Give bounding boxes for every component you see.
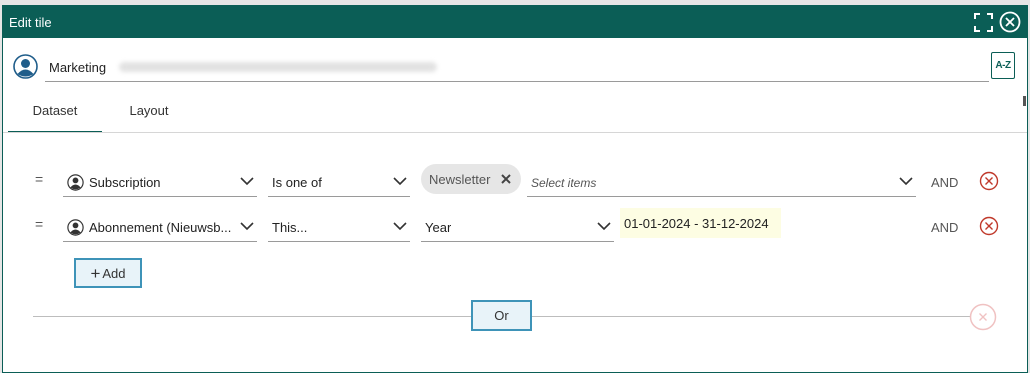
selected-item-chip: Newsletter bbox=[421, 164, 521, 194]
maximize-icon[interactable] bbox=[973, 12, 994, 33]
field-dropdown-value: Subscription bbox=[89, 175, 161, 190]
dialog-titlebar: Edit tile bbox=[3, 6, 1027, 38]
user-icon bbox=[13, 54, 38, 79]
close-dialog-icon[interactable] bbox=[999, 11, 1021, 33]
drag-handle[interactable]: = bbox=[35, 216, 43, 232]
chevron-down-icon bbox=[240, 222, 254, 231]
chevron-down-icon bbox=[597, 222, 611, 231]
plus-icon: + bbox=[90, 263, 101, 283]
tab-dataset[interactable]: Dataset bbox=[8, 101, 102, 133]
tile-name-row: Marketing A-Z bbox=[3, 50, 1027, 84]
chevron-down-icon bbox=[899, 177, 913, 186]
add-button-label: Add bbox=[102, 265, 126, 281]
chevron-down-icon bbox=[393, 222, 407, 231]
operator-dropdown-value: This... bbox=[272, 220, 308, 235]
period-dropdown[interactable]: Year bbox=[421, 214, 614, 242]
sort-az-button[interactable]: A-Z bbox=[991, 52, 1015, 79]
redacted-text bbox=[119, 62, 437, 72]
tab-layout[interactable]: Layout bbox=[114, 101, 184, 131]
drag-handle[interactable]: = bbox=[35, 171, 43, 187]
chevron-down-icon bbox=[240, 177, 254, 186]
tile-name-input[interactable]: Marketing bbox=[45, 50, 989, 82]
or-button[interactable]: Or bbox=[471, 300, 532, 331]
date-range-text: 01-01-2024 - 31-12-2024 bbox=[624, 216, 769, 231]
remove-filter-icon[interactable] bbox=[979, 216, 999, 236]
filter-row: = Abonnement (Nieuwsb... This... Year 01… bbox=[3, 208, 1027, 244]
select-items-input[interactable]: Select items bbox=[527, 169, 916, 197]
user-icon bbox=[67, 219, 84, 236]
field-dropdown[interactable]: Abonnement (Nieuwsb... bbox=[63, 214, 257, 242]
date-range-display: 01-01-2024 - 31-12-2024 bbox=[620, 208, 781, 238]
and-connector: AND bbox=[931, 175, 959, 190]
chip-label: Newsletter bbox=[429, 172, 491, 187]
edit-tile-dialog: Edit tile Marketing A-Z Dataset Layout = bbox=[2, 5, 1028, 373]
operator-dropdown-value: Is one of bbox=[272, 175, 322, 190]
field-dropdown[interactable]: Subscription bbox=[63, 169, 257, 197]
scrollbar-marker[interactable] bbox=[1023, 96, 1026, 106]
filter-row: = Subscription Is one of Newsletter Sele… bbox=[3, 164, 1027, 199]
remove-chip-icon[interactable] bbox=[501, 174, 511, 184]
remove-filter-icon[interactable] bbox=[979, 171, 999, 191]
chevron-down-icon bbox=[393, 177, 407, 186]
dialog-title: Edit tile bbox=[9, 15, 52, 30]
operator-dropdown[interactable]: Is one of bbox=[268, 169, 410, 197]
remove-group-icon[interactable] bbox=[969, 303, 997, 331]
select-items-placeholder: Select items bbox=[531, 176, 597, 190]
tab-divider bbox=[3, 132, 1027, 133]
period-dropdown-value: Year bbox=[425, 220, 452, 235]
tile-name-value: Marketing bbox=[49, 60, 107, 75]
user-icon bbox=[67, 174, 84, 191]
operator-dropdown[interactable]: This... bbox=[268, 214, 410, 242]
and-connector: AND bbox=[931, 220, 959, 235]
add-filter-button[interactable]: + Add bbox=[74, 258, 142, 288]
field-dropdown-value: Abonnement (Nieuwsb... bbox=[89, 220, 232, 235]
